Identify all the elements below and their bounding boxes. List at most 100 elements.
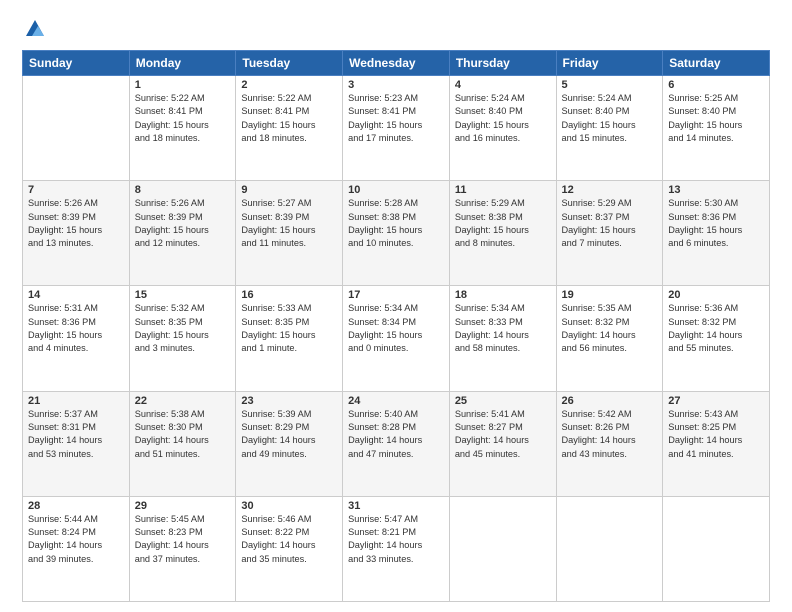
calendar-cell: 24Sunrise: 5:40 AM Sunset: 8:28 PM Dayli…: [343, 391, 450, 496]
day-info: Sunrise: 5:40 AM Sunset: 8:28 PM Dayligh…: [348, 408, 444, 461]
day-number: 19: [562, 289, 658, 301]
calendar-cell: 16Sunrise: 5:33 AM Sunset: 8:35 PM Dayli…: [236, 286, 343, 391]
calendar-cell: 13Sunrise: 5:30 AM Sunset: 8:36 PM Dayli…: [663, 181, 770, 286]
calendar-cell: 15Sunrise: 5:32 AM Sunset: 8:35 PM Dayli…: [129, 286, 236, 391]
day-info: Sunrise: 5:42 AM Sunset: 8:26 PM Dayligh…: [562, 408, 658, 461]
page: SundayMondayTuesdayWednesdayThursdayFrid…: [0, 0, 792, 612]
day-number: 10: [348, 184, 444, 196]
day-number: 30: [241, 500, 337, 512]
day-number: 17: [348, 289, 444, 301]
calendar-header-saturday: Saturday: [663, 51, 770, 76]
day-number: 9: [241, 184, 337, 196]
day-info: Sunrise: 5:46 AM Sunset: 8:22 PM Dayligh…: [241, 513, 337, 566]
day-info: Sunrise: 5:37 AM Sunset: 8:31 PM Dayligh…: [28, 408, 124, 461]
calendar-header-tuesday: Tuesday: [236, 51, 343, 76]
day-number: 18: [455, 289, 551, 301]
day-info: Sunrise: 5:41 AM Sunset: 8:27 PM Dayligh…: [455, 408, 551, 461]
calendar-cell: 14Sunrise: 5:31 AM Sunset: 8:36 PM Dayli…: [23, 286, 130, 391]
calendar-cell: [23, 76, 130, 181]
day-number: 5: [562, 79, 658, 91]
day-info: Sunrise: 5:29 AM Sunset: 8:38 PM Dayligh…: [455, 197, 551, 250]
day-info: Sunrise: 5:36 AM Sunset: 8:32 PM Dayligh…: [668, 302, 764, 355]
calendar-cell: 12Sunrise: 5:29 AM Sunset: 8:37 PM Dayli…: [556, 181, 663, 286]
calendar-cell: [449, 496, 556, 601]
day-info: Sunrise: 5:26 AM Sunset: 8:39 PM Dayligh…: [135, 197, 231, 250]
calendar-cell: 4Sunrise: 5:24 AM Sunset: 8:40 PM Daylig…: [449, 76, 556, 181]
day-info: Sunrise: 5:25 AM Sunset: 8:40 PM Dayligh…: [668, 92, 764, 145]
calendar-cell: 31Sunrise: 5:47 AM Sunset: 8:21 PM Dayli…: [343, 496, 450, 601]
day-number: 15: [135, 289, 231, 301]
calendar-cell: 23Sunrise: 5:39 AM Sunset: 8:29 PM Dayli…: [236, 391, 343, 496]
calendar-cell: 11Sunrise: 5:29 AM Sunset: 8:38 PM Dayli…: [449, 181, 556, 286]
calendar-cell: 21Sunrise: 5:37 AM Sunset: 8:31 PM Dayli…: [23, 391, 130, 496]
calendar-cell: [556, 496, 663, 601]
calendar: SundayMondayTuesdayWednesdayThursdayFrid…: [22, 50, 770, 602]
day-info: Sunrise: 5:22 AM Sunset: 8:41 PM Dayligh…: [135, 92, 231, 145]
day-number: 7: [28, 184, 124, 196]
day-number: 20: [668, 289, 764, 301]
day-number: 14: [28, 289, 124, 301]
calendar-cell: 26Sunrise: 5:42 AM Sunset: 8:26 PM Dayli…: [556, 391, 663, 496]
calendar-header-friday: Friday: [556, 51, 663, 76]
day-number: 11: [455, 184, 551, 196]
day-number: 13: [668, 184, 764, 196]
logo-icon: [24, 18, 46, 40]
day-info: Sunrise: 5:23 AM Sunset: 8:41 PM Dayligh…: [348, 92, 444, 145]
day-info: Sunrise: 5:47 AM Sunset: 8:21 PM Dayligh…: [348, 513, 444, 566]
calendar-week-2: 7Sunrise: 5:26 AM Sunset: 8:39 PM Daylig…: [23, 181, 770, 286]
calendar-cell: 7Sunrise: 5:26 AM Sunset: 8:39 PM Daylig…: [23, 181, 130, 286]
calendar-cell: 9Sunrise: 5:27 AM Sunset: 8:39 PM Daylig…: [236, 181, 343, 286]
calendar-week-4: 21Sunrise: 5:37 AM Sunset: 8:31 PM Dayli…: [23, 391, 770, 496]
day-number: 29: [135, 500, 231, 512]
calendar-week-5: 28Sunrise: 5:44 AM Sunset: 8:24 PM Dayli…: [23, 496, 770, 601]
calendar-cell: 10Sunrise: 5:28 AM Sunset: 8:38 PM Dayli…: [343, 181, 450, 286]
calendar-cell: 1Sunrise: 5:22 AM Sunset: 8:41 PM Daylig…: [129, 76, 236, 181]
day-number: 21: [28, 395, 124, 407]
day-number: 8: [135, 184, 231, 196]
day-number: 4: [455, 79, 551, 91]
day-info: Sunrise: 5:27 AM Sunset: 8:39 PM Dayligh…: [241, 197, 337, 250]
calendar-header-sunday: Sunday: [23, 51, 130, 76]
header: [22, 18, 770, 40]
day-number: 2: [241, 79, 337, 91]
day-number: 1: [135, 79, 231, 91]
day-info: Sunrise: 5:31 AM Sunset: 8:36 PM Dayligh…: [28, 302, 124, 355]
calendar-header-wednesday: Wednesday: [343, 51, 450, 76]
calendar-cell: 19Sunrise: 5:35 AM Sunset: 8:32 PM Dayli…: [556, 286, 663, 391]
day-number: 3: [348, 79, 444, 91]
calendar-cell: [663, 496, 770, 601]
calendar-cell: 17Sunrise: 5:34 AM Sunset: 8:34 PM Dayli…: [343, 286, 450, 391]
calendar-cell: 2Sunrise: 5:22 AM Sunset: 8:41 PM Daylig…: [236, 76, 343, 181]
day-number: 6: [668, 79, 764, 91]
calendar-header-thursday: Thursday: [449, 51, 556, 76]
day-info: Sunrise: 5:43 AM Sunset: 8:25 PM Dayligh…: [668, 408, 764, 461]
calendar-cell: 8Sunrise: 5:26 AM Sunset: 8:39 PM Daylig…: [129, 181, 236, 286]
calendar-cell: 5Sunrise: 5:24 AM Sunset: 8:40 PM Daylig…: [556, 76, 663, 181]
day-info: Sunrise: 5:45 AM Sunset: 8:23 PM Dayligh…: [135, 513, 231, 566]
calendar-week-1: 1Sunrise: 5:22 AM Sunset: 8:41 PM Daylig…: [23, 76, 770, 181]
calendar-cell: 6Sunrise: 5:25 AM Sunset: 8:40 PM Daylig…: [663, 76, 770, 181]
calendar-header-row: SundayMondayTuesdayWednesdayThursdayFrid…: [23, 51, 770, 76]
logo: [22, 18, 46, 40]
day-info: Sunrise: 5:24 AM Sunset: 8:40 PM Dayligh…: [562, 92, 658, 145]
day-number: 23: [241, 395, 337, 407]
day-info: Sunrise: 5:34 AM Sunset: 8:33 PM Dayligh…: [455, 302, 551, 355]
calendar-cell: 29Sunrise: 5:45 AM Sunset: 8:23 PM Dayli…: [129, 496, 236, 601]
day-info: Sunrise: 5:33 AM Sunset: 8:35 PM Dayligh…: [241, 302, 337, 355]
day-info: Sunrise: 5:34 AM Sunset: 8:34 PM Dayligh…: [348, 302, 444, 355]
day-info: Sunrise: 5:44 AM Sunset: 8:24 PM Dayligh…: [28, 513, 124, 566]
calendar-cell: 18Sunrise: 5:34 AM Sunset: 8:33 PM Dayli…: [449, 286, 556, 391]
day-info: Sunrise: 5:32 AM Sunset: 8:35 PM Dayligh…: [135, 302, 231, 355]
day-info: Sunrise: 5:24 AM Sunset: 8:40 PM Dayligh…: [455, 92, 551, 145]
day-info: Sunrise: 5:28 AM Sunset: 8:38 PM Dayligh…: [348, 197, 444, 250]
calendar-cell: 30Sunrise: 5:46 AM Sunset: 8:22 PM Dayli…: [236, 496, 343, 601]
day-info: Sunrise: 5:26 AM Sunset: 8:39 PM Dayligh…: [28, 197, 124, 250]
calendar-header-monday: Monday: [129, 51, 236, 76]
calendar-cell: 27Sunrise: 5:43 AM Sunset: 8:25 PM Dayli…: [663, 391, 770, 496]
day-info: Sunrise: 5:29 AM Sunset: 8:37 PM Dayligh…: [562, 197, 658, 250]
calendar-cell: 3Sunrise: 5:23 AM Sunset: 8:41 PM Daylig…: [343, 76, 450, 181]
day-number: 16: [241, 289, 337, 301]
day-info: Sunrise: 5:38 AM Sunset: 8:30 PM Dayligh…: [135, 408, 231, 461]
day-number: 26: [562, 395, 658, 407]
calendar-cell: 25Sunrise: 5:41 AM Sunset: 8:27 PM Dayli…: [449, 391, 556, 496]
